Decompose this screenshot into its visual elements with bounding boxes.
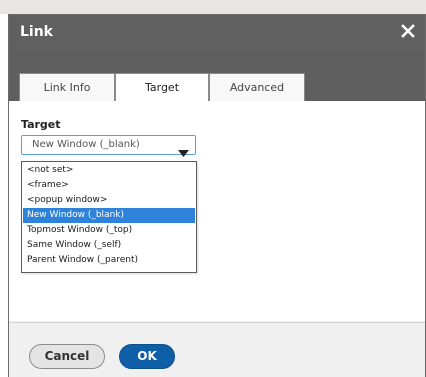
tab-bar: Link Info Target Advanced xyxy=(9,51,425,140)
option-same-window[interactable]: Same Window (_self) xyxy=(23,238,195,253)
target-select-value: New Window (_blank) xyxy=(32,139,140,150)
dialog-footer: Cancel OK xyxy=(9,322,425,377)
background-page xyxy=(0,0,426,14)
target-dropdown: <not set> <frame> <popup window> New Win… xyxy=(21,161,197,273)
ok-button[interactable]: OK xyxy=(119,344,175,369)
tab-target[interactable]: Target xyxy=(115,73,209,101)
link-dialog: Link Link Info Target Advanced Target Ne… xyxy=(8,14,426,377)
tab-link-info[interactable]: Link Info xyxy=(19,73,115,101)
tab-advanced[interactable]: Advanced xyxy=(209,73,305,101)
option-popup-window[interactable]: <popup window> xyxy=(23,193,195,208)
dialog-title: Link xyxy=(20,24,53,40)
option-parent-window[interactable]: Parent Window (_parent) xyxy=(23,253,195,268)
dialog-titlebar[interactable]: Link xyxy=(9,15,425,51)
dialog-body: Target New Window (_blank) <not set> <fr… xyxy=(9,101,425,321)
option-not-set[interactable]: <not set> xyxy=(23,163,195,178)
cancel-button[interactable]: Cancel xyxy=(29,344,105,369)
option-topmost-window[interactable]: Topmost Window (_top) xyxy=(23,223,195,238)
target-select[interactable]: New Window (_blank) xyxy=(21,135,196,157)
target-label: Target xyxy=(21,118,61,131)
option-new-window[interactable]: New Window (_blank) xyxy=(23,208,195,223)
close-icon[interactable] xyxy=(399,21,417,41)
chevron-down-icon xyxy=(178,142,189,161)
option-frame[interactable]: <frame> xyxy=(23,178,195,193)
